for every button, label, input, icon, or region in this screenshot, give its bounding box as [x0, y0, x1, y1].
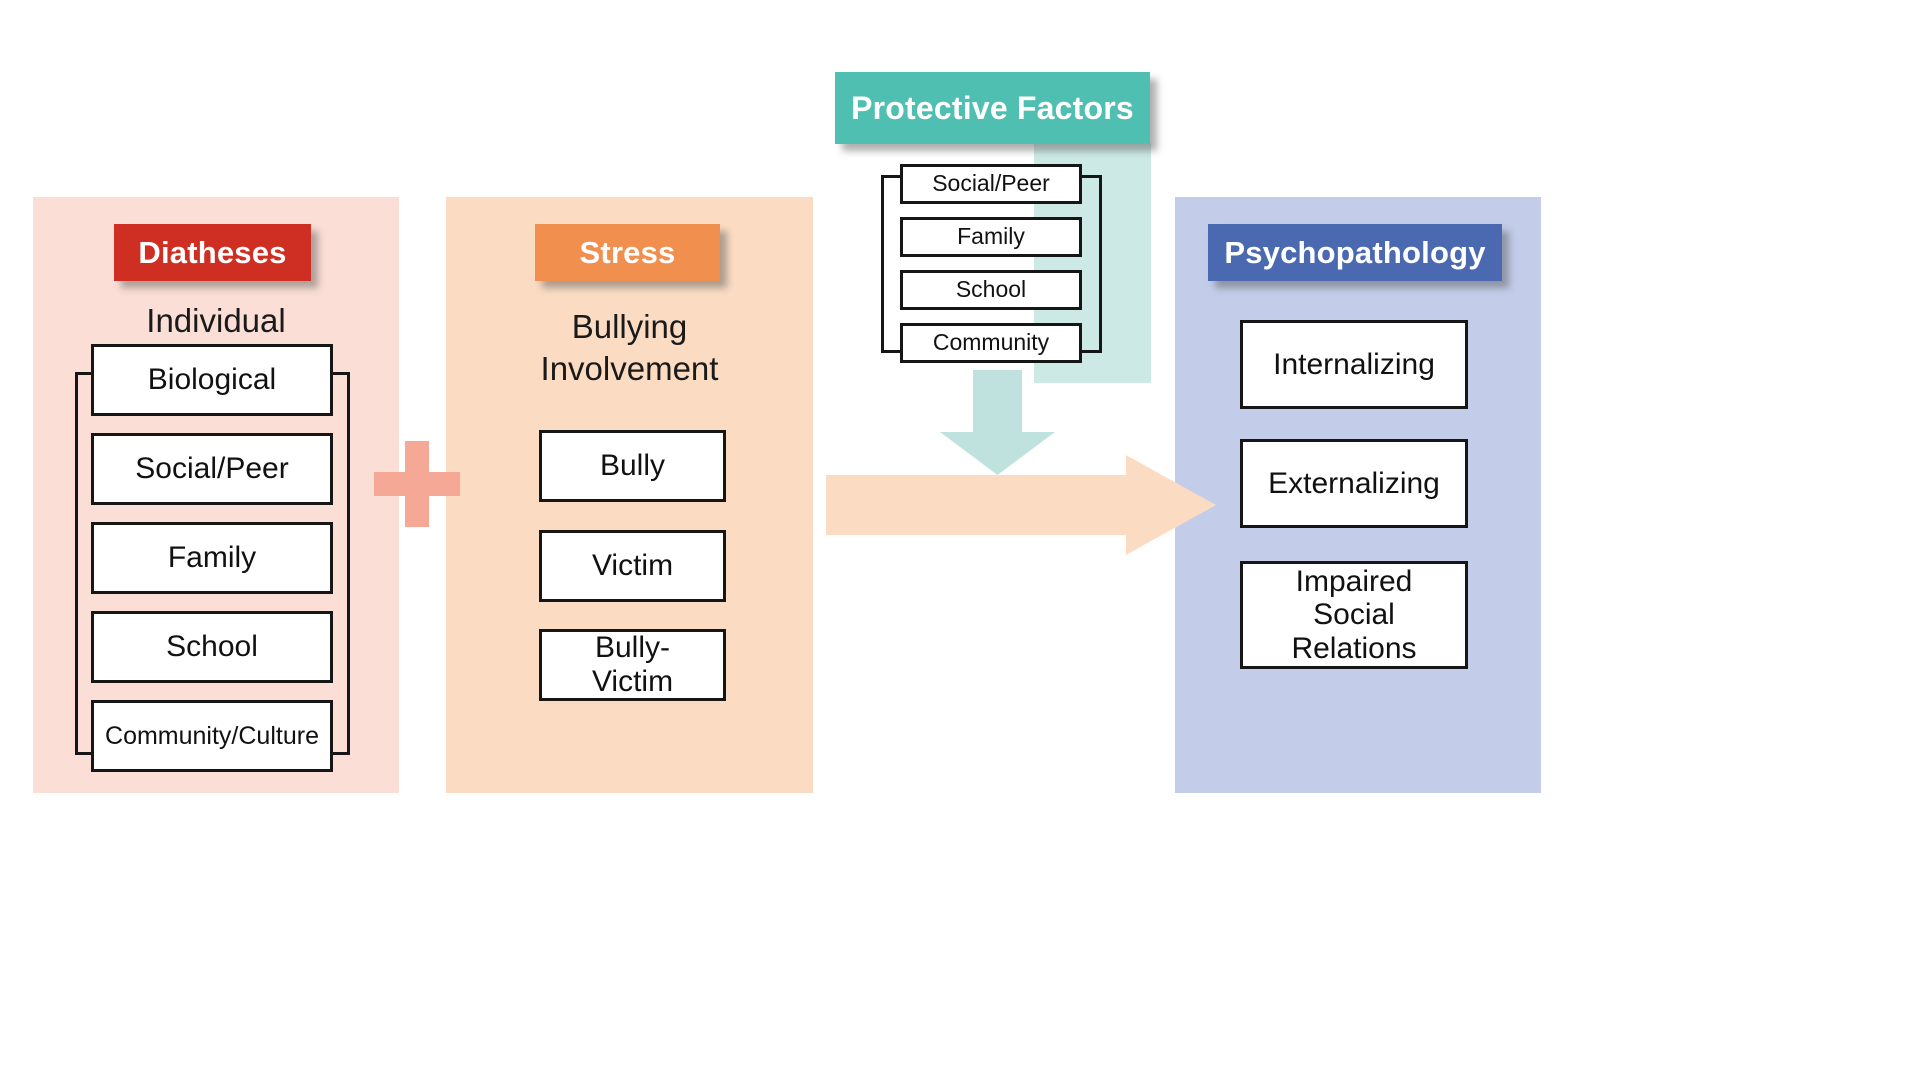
header-diatheses: Diatheses — [114, 224, 311, 281]
subtitle-bullying-involvement: Bullying Involvement — [446, 306, 813, 390]
diatheses-item-community-culture[interactable]: Community/Culture — [91, 700, 333, 772]
subtitle-bullying-line-1: Bullying — [571, 308, 688, 345]
protective-item-family[interactable]: Family — [900, 217, 1082, 257]
stress-item-bully-victim-line-2: Victim — [591, 665, 674, 698]
stress-item-victim[interactable]: Victim — [539, 530, 726, 602]
protective-item-community[interactable]: Community — [900, 323, 1082, 363]
stress-item-bully-victim-line-1: Bully- — [594, 631, 670, 665]
diatheses-item-social-peer[interactable]: Social/Peer — [91, 433, 333, 505]
psychopathology-item-internalizing[interactable]: Internalizing — [1240, 320, 1468, 409]
psychopathology-item-impaired-social-relations[interactable]: Impaired Social Relations — [1240, 561, 1468, 669]
arrow-down-icon — [940, 370, 1055, 475]
stress-item-bully[interactable]: Bully — [539, 430, 726, 502]
subtitle-bullying-line-2: Involvement — [540, 350, 719, 388]
stress-item-bully-victim[interactable]: Bully- Victim — [539, 629, 726, 701]
diagram-canvas: Diatheses Individual Biological Social/P… — [0, 0, 1920, 1080]
plus-operator-icon — [374, 441, 460, 527]
protective-item-school[interactable]: School — [900, 270, 1082, 310]
psychopathology-item-externalizing[interactable]: Externalizing — [1240, 439, 1468, 528]
psychopathology-impaired-line-2: Social — [1313, 598, 1395, 632]
diatheses-item-biological[interactable]: Biological — [91, 344, 333, 416]
diatheses-item-school[interactable]: School — [91, 611, 333, 683]
header-stress: Stress — [535, 224, 720, 281]
subtitle-individual: Individual — [146, 302, 286, 339]
header-psychopathology: Psychopathology — [1208, 224, 1502, 281]
psychopathology-impaired-line-1: Impaired — [1295, 564, 1413, 598]
protective-item-social-peer[interactable]: Social/Peer — [900, 164, 1082, 204]
psychopathology-impaired-line-3: Relations — [1291, 631, 1417, 665]
header-protective-factors: Protective Factors — [835, 72, 1150, 144]
plus-horizontal-bar — [374, 472, 460, 496]
diatheses-item-family[interactable]: Family — [91, 522, 333, 594]
